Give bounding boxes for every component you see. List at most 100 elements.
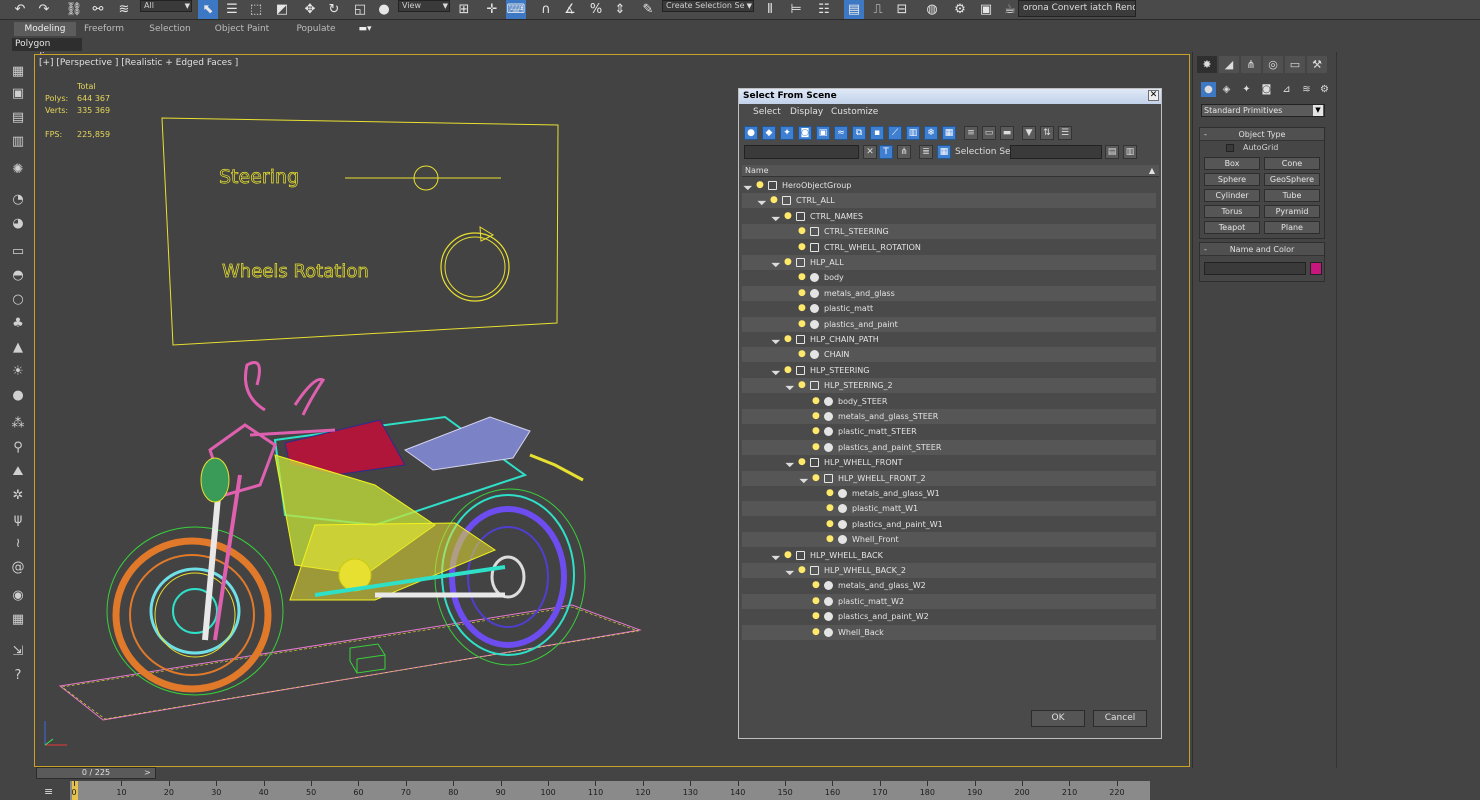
layer-explorer-icon[interactable]: ☷ xyxy=(814,0,834,19)
rendered-frame-icon[interactable]: ▣ xyxy=(976,0,996,19)
columns-icon[interactable]: ☰ xyxy=(1058,126,1072,140)
visibility-bulb-icon[interactable]: ● xyxy=(826,517,834,532)
cone-button[interactable]: Cone xyxy=(1264,157,1320,170)
tree-row[interactable]: ● metals_and_glass_STEER xyxy=(742,409,1156,424)
filter-helpers-icon[interactable]: ▣ xyxy=(816,126,830,140)
visibility-bulb-icon[interactable]: ● xyxy=(826,501,834,516)
visibility-bulb-icon[interactable]: ● xyxy=(784,332,792,347)
box-icon[interactable]: ▭ xyxy=(9,244,27,260)
sun-icon[interactable]: ☀ xyxy=(9,364,27,380)
edit-selection-set-icon[interactable]: ▥ xyxy=(1123,145,1137,159)
hierarchy-icon[interactable]: ⋔ xyxy=(897,145,911,159)
visibility-bulb-icon[interactable]: ● xyxy=(812,471,820,486)
expand-toggle-icon[interactable]: ◢ xyxy=(769,363,784,378)
redo-icon[interactable]: ↷ xyxy=(34,0,54,19)
visibility-bulb-icon[interactable]: ● xyxy=(798,347,806,362)
tree-row[interactable]: ● plastics_and_paint_STEER xyxy=(742,439,1156,455)
name-filter-input[interactable] xyxy=(744,145,859,159)
light-icon[interactable]: ✺ xyxy=(9,162,27,178)
cameras-category-icon[interactable]: ◙ xyxy=(1259,82,1274,97)
visibility-bulb-icon[interactable]: ● xyxy=(798,563,806,578)
curve-editor-icon[interactable]: ⎍ xyxy=(868,0,888,19)
tree-row[interactable]: ● body_STEER xyxy=(742,394,1156,409)
tree-row[interactable]: ● CTRL_WHELL_ROTATION xyxy=(742,240,1156,255)
material-ball-icon[interactable]: ● xyxy=(9,388,27,404)
visibility-bulb-icon[interactable]: ● xyxy=(812,625,820,640)
spinner-snap-icon[interactable]: ⇕ xyxy=(610,0,630,19)
menu-display[interactable]: Display xyxy=(790,107,823,117)
tree-row[interactable]: ◢ ● CTRL_NAMES xyxy=(742,209,1156,224)
helpers-category-icon[interactable]: ⊿ xyxy=(1279,82,1294,97)
filter-groups-icon[interactable]: ⧉ xyxy=(852,126,866,140)
tree-row[interactable]: ◢ ● HLP_WHELL_BACK_2 xyxy=(742,563,1156,578)
grass-icon[interactable]: ψ xyxy=(9,512,27,528)
tree-row[interactable]: ● metals_and_glass_W1 xyxy=(742,486,1156,501)
expand-toggle-icon[interactable]: ◢ xyxy=(769,209,784,224)
visibility-bulb-icon[interactable]: ● xyxy=(784,255,792,270)
geometry-category-icon[interactable]: ● xyxy=(1201,82,1216,97)
filter-containers-icon[interactable]: ▥ xyxy=(906,126,920,140)
filter-lights-icon[interactable]: ✦ xyxy=(780,126,794,140)
shapes-category-icon[interactable]: ◈ xyxy=(1219,82,1234,97)
lights-category-icon[interactable]: ✦ xyxy=(1239,82,1254,97)
autogrid-checkbox[interactable] xyxy=(1226,144,1234,152)
tree-row[interactable]: ◢ ● HLP_ALL xyxy=(742,255,1156,270)
spiral-icon[interactable]: @ xyxy=(9,560,27,576)
teapot-button[interactable]: Teapot xyxy=(1204,221,1260,234)
export-icon[interactable]: ⇲ xyxy=(9,644,27,660)
visibility-bulb-icon[interactable]: ● xyxy=(798,317,806,332)
create-tab-icon[interactable]: ✸ xyxy=(1197,56,1217,73)
particles-icon[interactable]: ✲ xyxy=(9,488,27,504)
display-tab-icon[interactable]: ▭ xyxy=(1285,56,1305,73)
tree-row[interactable]: ◢ ● HLP_WHELL_FRONT_2 xyxy=(742,470,1156,486)
plant-icon[interactable]: ♣ xyxy=(9,316,27,332)
visibility-bulb-icon[interactable]: ● xyxy=(812,440,820,455)
object-color-swatch[interactable] xyxy=(1310,262,1322,275)
tree-row[interactable]: ◢ ● CTRL_ALL xyxy=(742,193,1156,209)
window-crossing-icon[interactable]: ◩ xyxy=(272,0,292,19)
tree-row[interactable]: ● metals_and_glass_W2 xyxy=(742,578,1156,593)
scale-icon[interactable]: ◱ xyxy=(350,0,370,19)
grid-table-icon[interactable]: ▥ xyxy=(9,134,27,150)
cylinder-button[interactable]: Cylinder xyxy=(1204,189,1260,202)
render-script-button[interactable]: orona Convert iatch Render... xyxy=(1018,0,1136,17)
clear-filter-icon[interactable]: ✕ xyxy=(863,145,877,159)
name-and-color-header[interactable]: - Name and Color xyxy=(1200,243,1324,256)
tree-row[interactable]: ● plastic_matt_STEER xyxy=(742,424,1156,439)
visibility-bulb-icon[interactable]: ● xyxy=(756,178,764,193)
filter-spacewarps-icon[interactable]: ≈ xyxy=(834,126,848,140)
ribbon-options-icon[interactable]: ▬▾ xyxy=(354,22,376,36)
hierarchy-tab-icon[interactable]: ⋔ xyxy=(1241,56,1261,73)
link-icon[interactable]: ⛓ xyxy=(64,0,84,19)
table-icon[interactable]: ▦ xyxy=(9,612,27,628)
named-selection-sets-dropdown[interactable]: Create Selection Se ▼ xyxy=(662,0,754,12)
scene-explorer-icon[interactable]: ▤ xyxy=(844,0,864,19)
tree-row[interactable]: ● CTRL_STEERING xyxy=(742,224,1156,240)
pyramid-button[interactable]: Pyramid xyxy=(1264,205,1320,218)
rect-selection-icon[interactable]: ⬚ xyxy=(246,0,266,19)
systems-category-icon[interactable]: ⚙ xyxy=(1317,82,1332,97)
expand-toggle-icon[interactable]: ◢ xyxy=(755,193,770,208)
primitive-type-dropdown[interactable]: Standard Primitives ▼ xyxy=(1201,104,1325,117)
visibility-bulb-icon[interactable]: ● xyxy=(812,424,820,439)
visibility-bulb-icon[interactable]: ● xyxy=(798,270,806,285)
tab-populate[interactable]: Populate xyxy=(290,22,342,36)
expand-toggle-icon[interactable]: ◢ xyxy=(769,255,784,270)
visibility-bulb-icon[interactable]: ● xyxy=(784,548,792,563)
move-icon[interactable]: ✥ xyxy=(300,0,320,19)
sphere-button[interactable]: Sphere xyxy=(1204,173,1260,186)
mirror-icon[interactable]: ⫴ xyxy=(760,0,780,19)
selection-set-icon[interactable]: ▦ xyxy=(937,145,951,159)
cone-icon[interactable]: ▲ xyxy=(9,340,27,356)
display-all-icon[interactable]: ≡ xyxy=(964,126,978,140)
box-button[interactable]: Box xyxy=(1204,157,1260,170)
tree-row[interactable]: ● CHAIN xyxy=(742,347,1156,363)
reference-coord-dropdown[interactable]: View ▼ xyxy=(398,0,450,12)
hair-fur-icon[interactable]: ≀ xyxy=(9,536,27,552)
selection-set-dropdown[interactable] xyxy=(1010,145,1102,159)
filter-geometry-icon[interactable]: ● xyxy=(744,126,758,140)
filter-hidden-icon[interactable]: ▦ xyxy=(942,126,956,140)
image-icon[interactable]: ▣ xyxy=(9,86,27,102)
tree-row[interactable]: ◢ ● HLP_WHELL_BACK xyxy=(742,548,1156,563)
select-manipulate-icon[interactable]: ✛ xyxy=(482,0,502,19)
